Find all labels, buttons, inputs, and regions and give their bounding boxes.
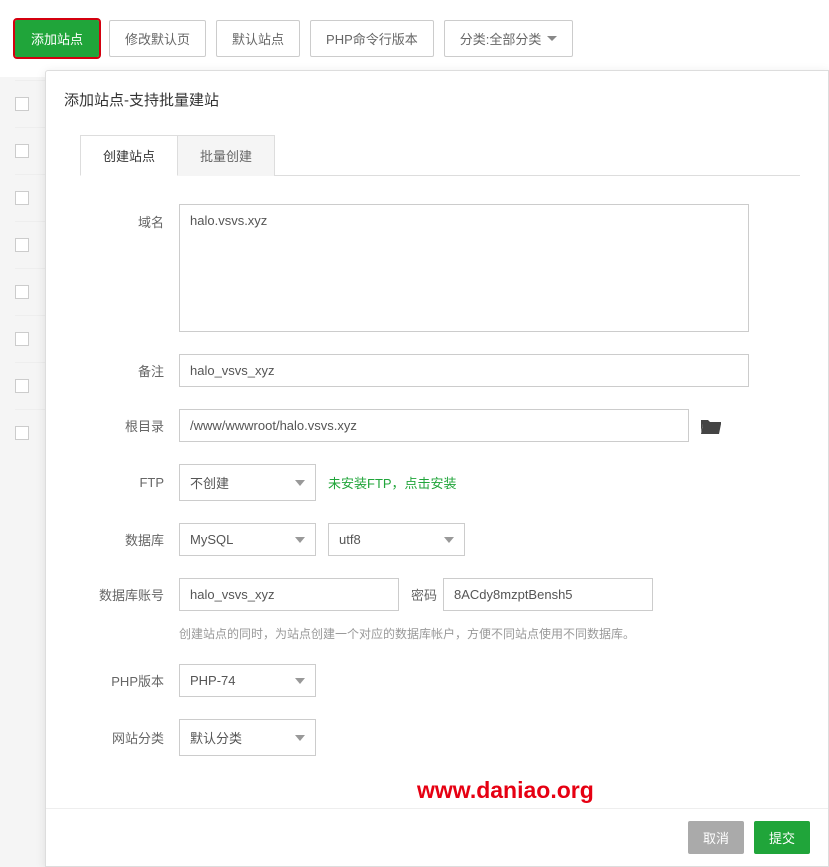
row-checkbox[interactable] [15, 97, 29, 111]
chevron-down-icon [444, 537, 454, 543]
default-site-button[interactable]: 默认站点 [216, 20, 300, 57]
db-password-input[interactable] [443, 578, 653, 611]
row-checkbox[interactable] [15, 285, 29, 299]
ftp-install-link[interactable]: 未安装FTP，点击安装 [328, 473, 457, 492]
cancel-button[interactable]: 取消 [688, 821, 744, 854]
folder-icon[interactable] [701, 418, 721, 434]
row-checkbox[interactable] [15, 238, 29, 252]
remark-row: 备注 [74, 354, 800, 387]
top-toolbar: 添加站点 修改默认页 默认站点 PHP命令行版本 分类: 全部分类 [0, 0, 829, 77]
tab-create-site[interactable]: 创建站点 [80, 135, 178, 176]
category-row: 网站分类 默认分类 [74, 719, 800, 756]
php-label: PHP版本 [74, 671, 179, 690]
ftp-select[interactable]: 不创建 [179, 464, 316, 501]
db-account-label: 数据库账号 [74, 585, 179, 604]
chevron-down-icon [295, 735, 305, 741]
modal-tabs: 创建站点 批量创建 [80, 134, 800, 176]
category-filter-prefix: 分类: [460, 29, 490, 48]
db-hint-row: 创建站点的同时，为站点创建一个对应的数据库帐户，方便不同站点使用不同数据库。 [74, 617, 800, 642]
row-checkbox[interactable] [15, 426, 29, 440]
watermark-text: www.daniao.org [417, 777, 594, 804]
db-type-select[interactable]: MySQL [179, 523, 316, 556]
db-account-row: 数据库账号 密码 [74, 578, 800, 611]
php-version-value: PHP-74 [190, 673, 236, 688]
modal-body: 创建站点 批量创建 域名 halo.vsvs.xyz 备注 根目录 [46, 118, 828, 796]
row-checkbox[interactable] [15, 379, 29, 393]
category-filter-button[interactable]: 分类: 全部分类 [444, 20, 574, 57]
category-filter-value: 全部分类 [489, 29, 541, 48]
db-account-input[interactable] [179, 578, 399, 611]
remark-label: 备注 [74, 361, 179, 380]
db-hint-text: 创建站点的同时，为站点创建一个对应的数据库帐户，方便不同站点使用不同数据库。 [179, 625, 635, 642]
domain-label: 域名 [74, 204, 179, 231]
remark-input[interactable] [179, 354, 749, 387]
edit-default-page-button[interactable]: 修改默认页 [109, 20, 206, 57]
modal-title: 添加站点-支持批量建站 [46, 71, 828, 118]
db-type-value: MySQL [190, 532, 233, 547]
database-row: 数据库 MySQL utf8 [74, 523, 800, 556]
row-checkbox[interactable] [15, 144, 29, 158]
root-label: 根目录 [74, 416, 179, 435]
root-row: 根目录 [74, 409, 800, 442]
domain-input[interactable]: halo.vsvs.xyz [179, 204, 749, 332]
php-version-select[interactable]: PHP-74 [179, 664, 316, 697]
row-checkbox[interactable] [15, 191, 29, 205]
add-site-button[interactable]: 添加站点 [15, 20, 99, 57]
php-cli-button[interactable]: PHP命令行版本 [310, 20, 434, 57]
ftp-row: FTP 不创建 未安装FTP，点击安装 [74, 464, 800, 501]
site-category-value: 默认分类 [190, 728, 242, 747]
db-charset-value: utf8 [339, 532, 361, 547]
site-category-label: 网站分类 [74, 728, 179, 747]
ftp-select-value: 不创建 [190, 473, 229, 492]
submit-button[interactable]: 提交 [754, 821, 810, 854]
chevron-down-icon [547, 36, 557, 41]
db-password-label: 密码 [411, 585, 437, 604]
chevron-down-icon [295, 537, 305, 543]
chevron-down-icon [295, 480, 305, 486]
add-site-modal: 添加站点-支持批量建站 创建站点 批量创建 域名 halo.vsvs.xyz 备… [45, 70, 829, 867]
row-checkbox[interactable] [15, 332, 29, 346]
site-form: 域名 halo.vsvs.xyz 备注 根目录 [74, 176, 800, 756]
modal-footer: 取消 提交 [46, 808, 828, 866]
site-category-select[interactable]: 默认分类 [179, 719, 316, 756]
root-input[interactable] [179, 409, 689, 442]
php-row: PHP版本 PHP-74 [74, 664, 800, 697]
database-label: 数据库 [74, 530, 179, 549]
chevron-down-icon [295, 678, 305, 684]
tab-bulk-create[interactable]: 批量创建 [178, 135, 275, 176]
db-charset-select[interactable]: utf8 [328, 523, 465, 556]
ftp-label: FTP [74, 475, 179, 490]
domain-row: 域名 halo.vsvs.xyz [74, 204, 800, 332]
